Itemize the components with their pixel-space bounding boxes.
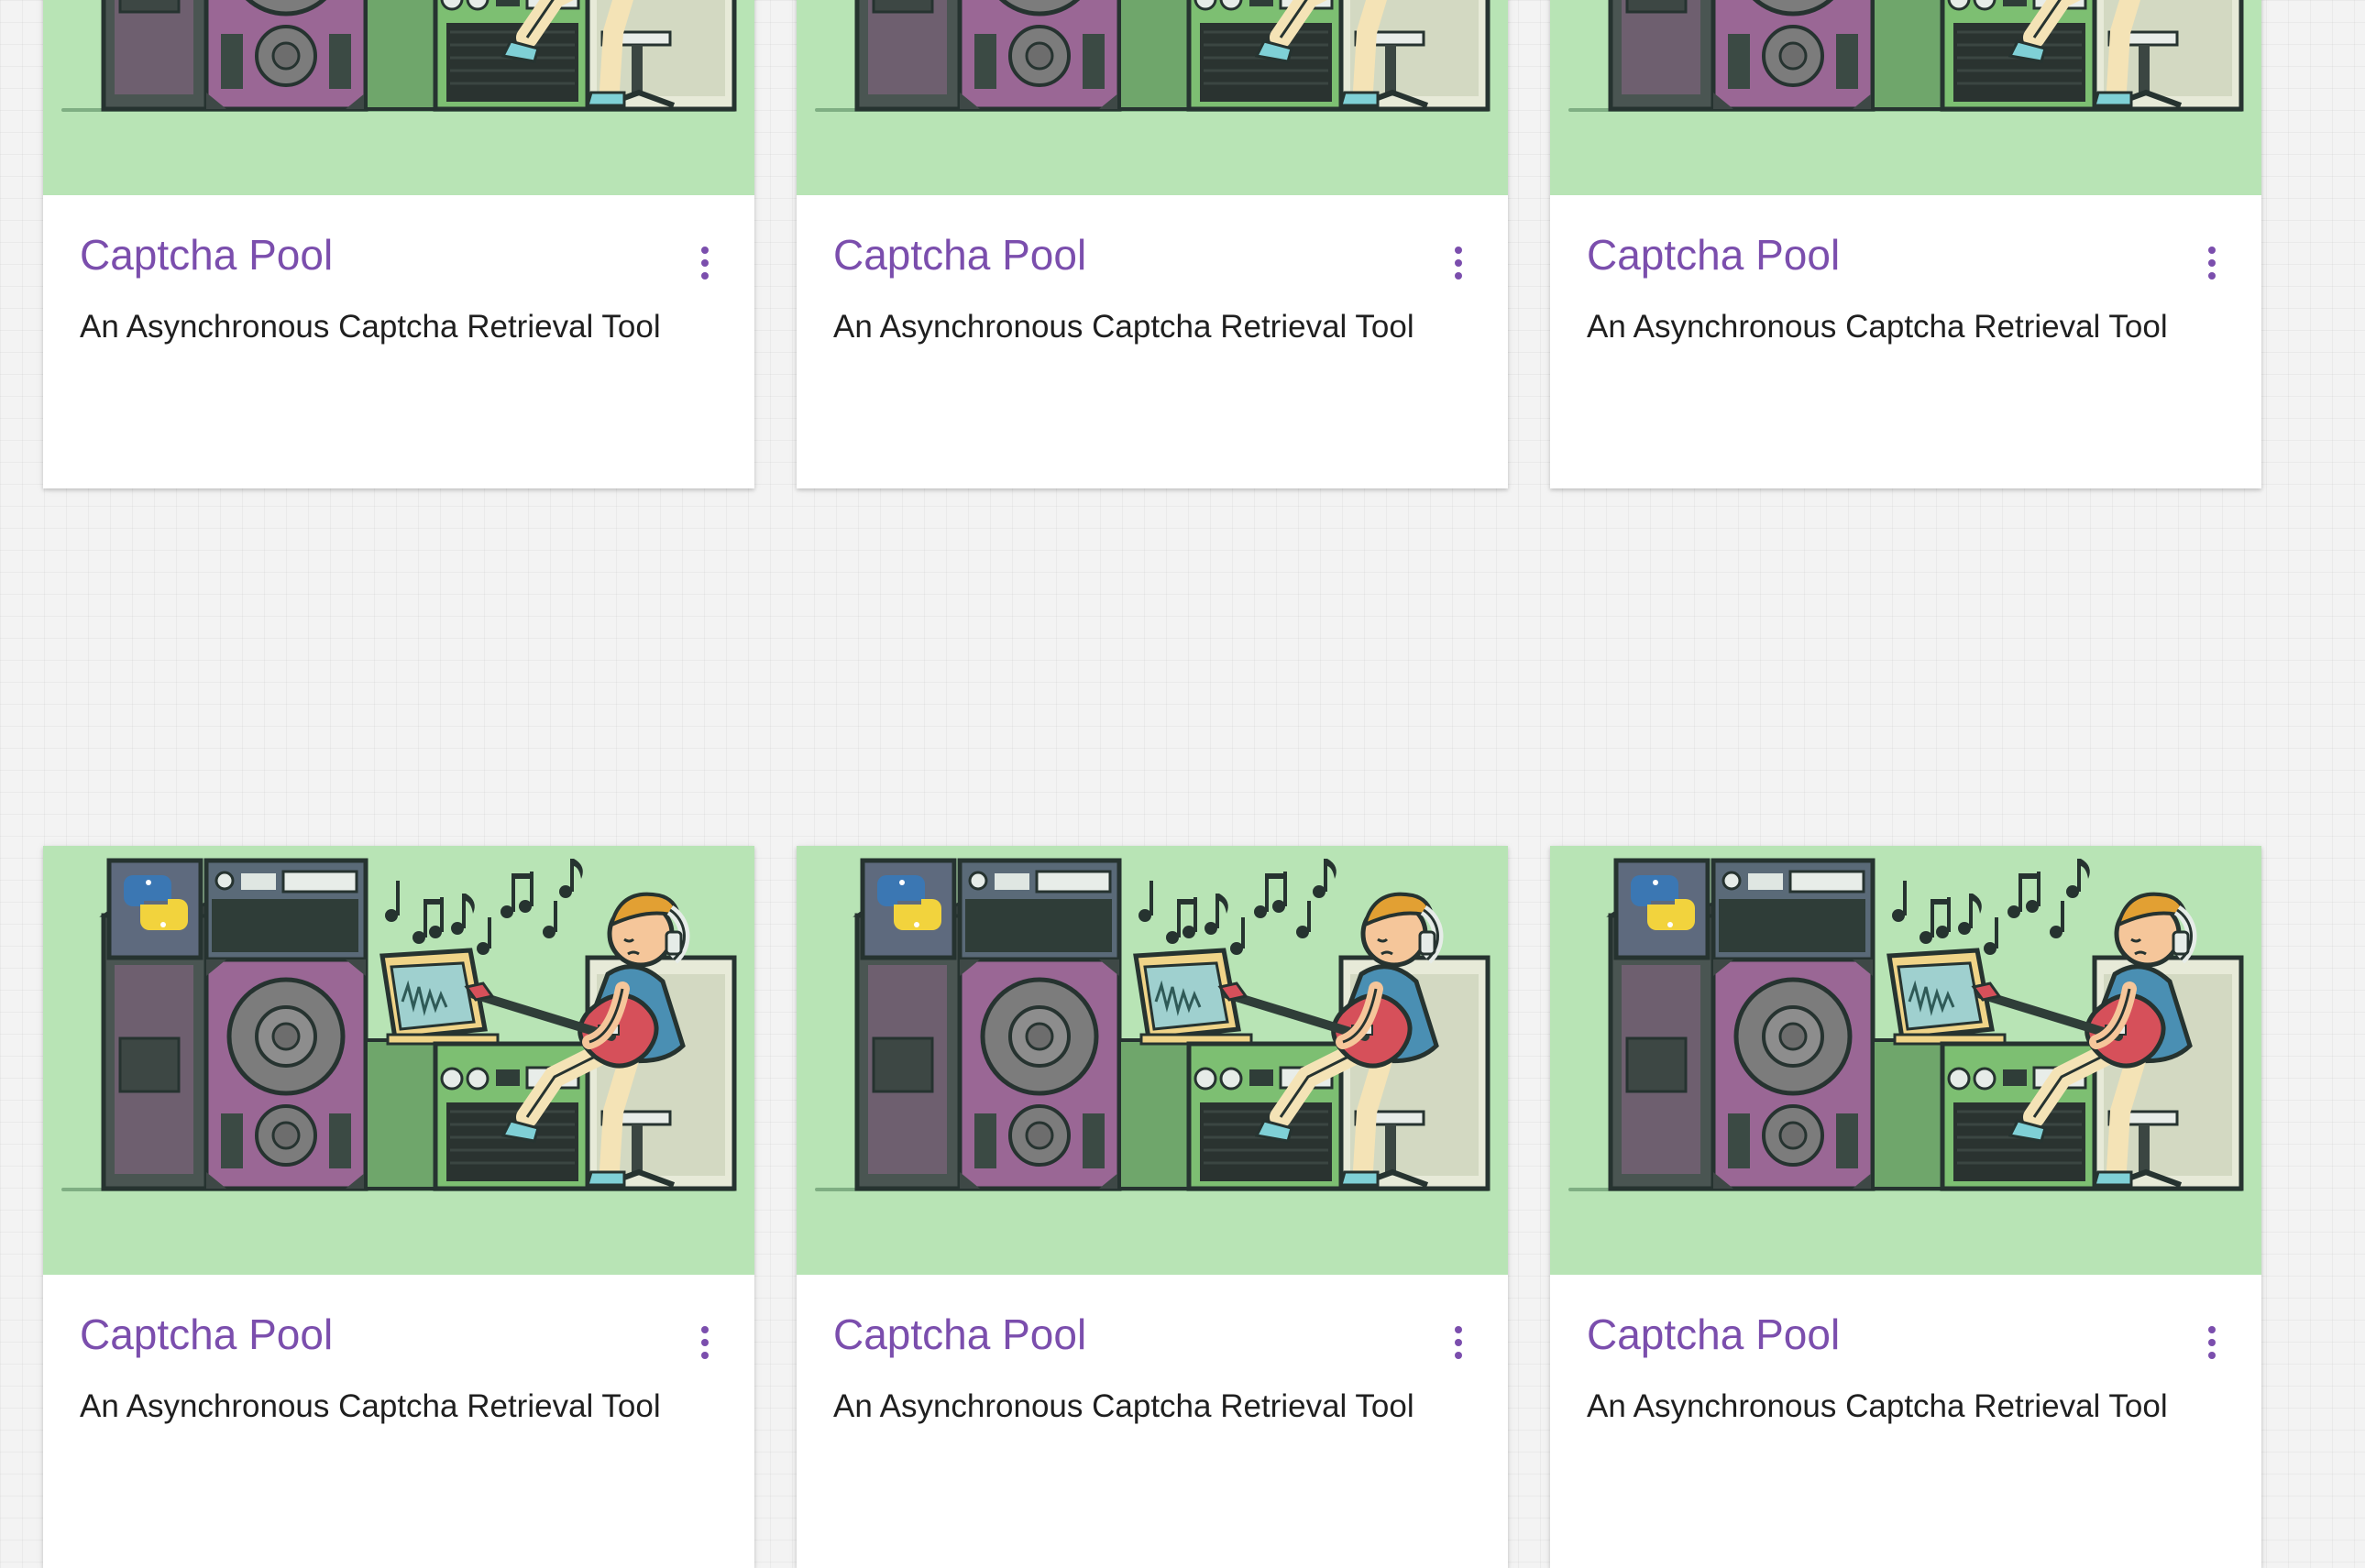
card-content: Captcha Pool An Asynchronous Captcha Ret… bbox=[43, 195, 754, 488]
card-subtitle: An Asynchronous Captcha Retrieval Tool bbox=[80, 309, 661, 345]
card-subtitle: An Asynchronous Captcha Retrieval Tool bbox=[80, 1388, 661, 1424]
more-vert-icon[interactable] bbox=[694, 1326, 716, 1366]
project-card[interactable]: Captcha Pool An Asynchronous Captcha Ret… bbox=[1550, 846, 2261, 1568]
more-vert-icon[interactable] bbox=[1447, 247, 1469, 287]
card-illustration bbox=[1550, 0, 2261, 195]
more-vert-icon[interactable] bbox=[1447, 1326, 1469, 1366]
card-content: Captcha Pool An Asynchronous Captcha Ret… bbox=[797, 195, 1508, 488]
card-title[interactable]: Captcha Pool bbox=[80, 1313, 333, 1355]
card-title[interactable]: Captcha Pool bbox=[833, 1313, 1086, 1355]
card-illustration bbox=[797, 846, 1508, 1275]
card-subtitle: An Asynchronous Captcha Retrieval Tool bbox=[833, 309, 1414, 345]
project-card[interactable]: Captcha Pool An Asynchronous Captcha Ret… bbox=[797, 846, 1508, 1568]
card-illustration bbox=[797, 0, 1508, 195]
project-card[interactable]: Captcha Pool An Asynchronous Captcha Ret… bbox=[797, 0, 1508, 488]
card-subtitle: An Asynchronous Captcha Retrieval Tool bbox=[1587, 309, 2168, 345]
card-content: Captcha Pool An Asynchronous Captcha Ret… bbox=[43, 1275, 754, 1568]
card-content: Captcha Pool An Asynchronous Captcha Ret… bbox=[1550, 195, 2261, 488]
more-vert-icon[interactable] bbox=[694, 247, 716, 287]
more-vert-icon[interactable] bbox=[2201, 1326, 2223, 1366]
card-title[interactable]: Captcha Pool bbox=[80, 234, 333, 276]
card-title[interactable]: Captcha Pool bbox=[833, 234, 1086, 276]
card-illustration bbox=[43, 846, 754, 1275]
more-vert-icon[interactable] bbox=[2201, 247, 2223, 287]
card-subtitle: An Asynchronous Captcha Retrieval Tool bbox=[833, 1388, 1414, 1424]
project-card[interactable]: Captcha Pool An Asynchronous Captcha Ret… bbox=[43, 0, 754, 488]
project-card-grid: Captcha Pool An Asynchronous Captcha Ret… bbox=[0, 0, 2365, 1568]
card-illustration bbox=[43, 0, 754, 195]
card-title[interactable]: Captcha Pool bbox=[1587, 1313, 1840, 1355]
card-illustration bbox=[1550, 846, 2261, 1275]
project-card[interactable]: Captcha Pool An Asynchronous Captcha Ret… bbox=[43, 846, 754, 1568]
project-card[interactable]: Captcha Pool An Asynchronous Captcha Ret… bbox=[1550, 0, 2261, 488]
card-title[interactable]: Captcha Pool bbox=[1587, 234, 1840, 276]
card-content: Captcha Pool An Asynchronous Captcha Ret… bbox=[1550, 1275, 2261, 1568]
card-content: Captcha Pool An Asynchronous Captcha Ret… bbox=[797, 1275, 1508, 1568]
card-subtitle: An Asynchronous Captcha Retrieval Tool bbox=[1587, 1388, 2168, 1424]
